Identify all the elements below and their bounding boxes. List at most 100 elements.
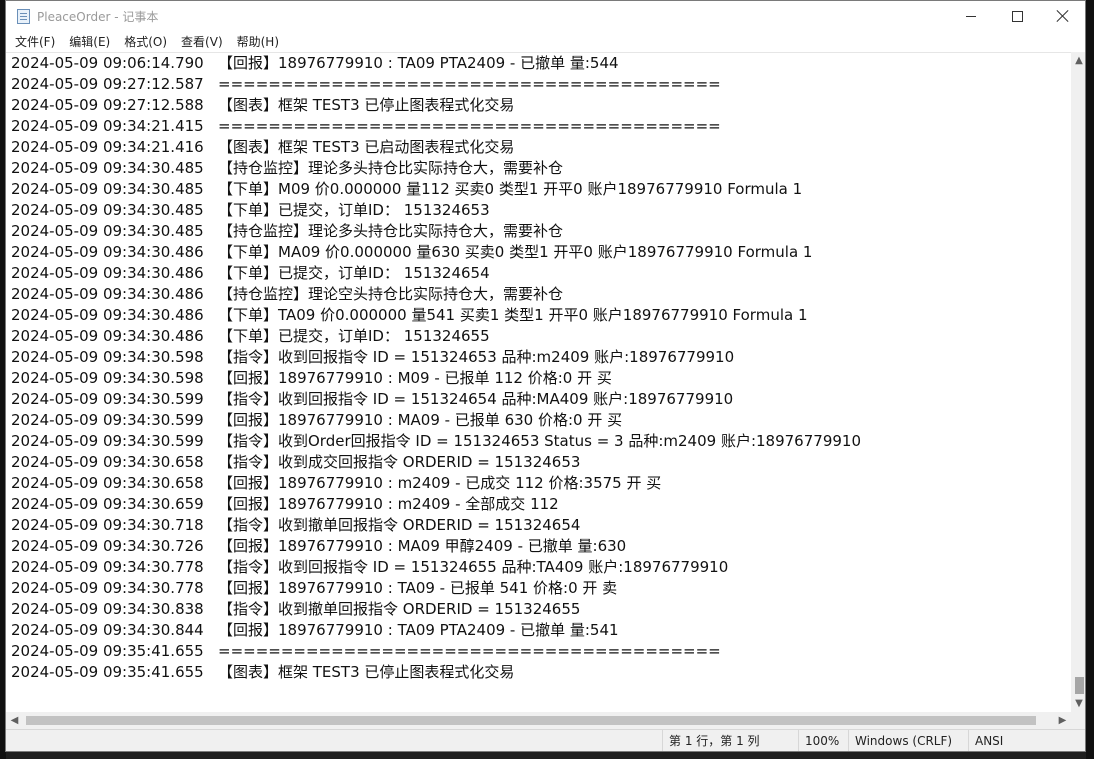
line-message: 【回报】18976779910 : M09 - 已报单 112 价格:0 开 买: [218, 369, 612, 387]
scroll-left-icon[interactable]: ◀: [6, 712, 23, 729]
text-line[interactable]: 2024-05-09 09:34:30.599 【回报】18976779910 :…: [11, 410, 861, 431]
line-timestamp: 2024-05-09 09:34:30.844: [11, 621, 204, 639]
line-timestamp: 2024-05-09 09:34:30.599: [11, 411, 204, 429]
window-title: PleaceOrder - 记事本: [37, 10, 159, 24]
menu-bar: 文件(F) 编辑(E) 格式(O) 查看(V) 帮助(H): [6, 31, 1085, 52]
menu-format[interactable]: 格式(O): [117, 33, 174, 50]
line-timestamp: 2024-05-09 09:34:21.415: [11, 117, 204, 135]
menu-edit[interactable]: 编辑(E): [62, 33, 117, 50]
text-line[interactable]: 2024-05-09 09:34:30.486 【下单】已提交，订单ID： 151…: [11, 326, 861, 347]
close-button[interactable]: [1040, 1, 1085, 31]
line-timestamp: 2024-05-09 09:34:30.659: [11, 495, 204, 513]
text-line[interactable]: 2024-05-09 09:34:30.658 【回报】18976779910 :…: [11, 473, 861, 494]
text-line[interactable]: 2024-05-09 09:34:30.838 【指令】收到撤单回报指令 ORDE…: [11, 599, 861, 620]
line-message: 【指令】收到回报指令 ID = 151324654 品种:MA409 账户:18…: [218, 390, 734, 408]
zoom-level: 100%: [798, 730, 848, 751]
text-line[interactable]: 2024-05-09 09:34:30.486 【下单】已提交，订单ID： 151…: [11, 263, 861, 284]
line-timestamp: 2024-05-09 09:34:21.416: [11, 138, 204, 156]
text-line[interactable]: 2024-05-09 09:34:21.416 【图表】框架 TEST3 已启动图…: [11, 137, 861, 158]
menu-help[interactable]: 帮助(H): [230, 33, 286, 50]
line-message: 【下单】已提交，订单ID： 151324653: [218, 201, 490, 219]
minimize-icon: [966, 15, 976, 17]
line-timestamp: 2024-05-09 09:34:30.486: [11, 285, 204, 303]
line-message: 【下单】MA09 价0.000000 量630 买卖0 类型1 开平0 账户18…: [218, 243, 813, 261]
line-message: 【图表】框架 TEST3 已停止图表程式化交易: [218, 96, 515, 114]
text-line[interactable]: 2024-05-09 09:34:30.778 【指令】收到回报指令 ID = 1…: [11, 557, 861, 578]
text-line[interactable]: 2024-05-09 09:34:30.598 【回报】18976779910 :…: [11, 368, 861, 389]
text-line[interactable]: 2024-05-09 09:34:30.726 【回报】18976779910 :…: [11, 536, 861, 557]
line-timestamp: 2024-05-09 09:27:12.588: [11, 96, 204, 114]
line-timestamp: 2024-05-09 09:27:12.587: [11, 75, 204, 93]
line-timestamp: 2024-05-09 09:35:41.655: [11, 642, 204, 660]
text-line[interactable]: 2024-05-09 09:34:30.658 【指令】收到成交回报指令 ORDE…: [11, 452, 861, 473]
line-message: 【下单】已提交，订单ID： 151324654: [218, 264, 490, 282]
line-message: 【回报】18976779910 : TA09 PTA2409 - 已撤单 量:5…: [218, 54, 619, 72]
text-line[interactable]: 2024-05-09 09:34:30.844 【回报】18976779910 :…: [11, 620, 861, 641]
scrollbar-corner: [1071, 712, 1085, 729]
line-timestamp: 2024-05-09 09:34:30.485: [11, 180, 204, 198]
text-line[interactable]: 2024-05-09 09:34:30.599 【指令】收到Order回报指令 I…: [11, 431, 861, 452]
text-line[interactable]: 2024-05-09 09:06:14.790 【回报】18976779910 :…: [11, 53, 861, 74]
line-message: 【指令】收到回报指令 ID = 151324655 品种:TA409 账户:18…: [218, 558, 729, 576]
line-message: 【回报】18976779910 : TA09 - 已报单 541 价格:0 开 …: [218, 579, 618, 597]
scroll-up-icon[interactable]: ▲: [1071, 52, 1085, 69]
text-line[interactable]: 2024-05-09 09:34:30.778 【回报】18976779910 :…: [11, 578, 861, 599]
line-message: 【指令】收到Order回报指令 ID = 151324653 Status = …: [218, 432, 861, 450]
text-editor-area[interactable]: 2024-05-09 09:06:14.790 【回报】18976779910 :…: [6, 52, 1071, 712]
line-timestamp: 2024-05-09 09:34:30.598: [11, 369, 204, 387]
line-message: 【下单】已提交，订单ID： 151324655: [218, 327, 490, 345]
text-line[interactable]: 2024-05-09 09:27:12.587 =================…: [11, 74, 861, 95]
line-message: 【指令】收到成交回报指令 ORDERID = 151324653: [218, 453, 581, 471]
text-line[interactable]: 2024-05-09 09:35:41.655 【图表】框架 TEST3 已停止图…: [11, 662, 861, 683]
line-message: 【回报】18976779910 : m2409 - 已成交 112 价格:357…: [218, 474, 662, 492]
maximize-icon: [1011, 10, 1023, 22]
close-icon: [1057, 10, 1069, 22]
line-timestamp: 2024-05-09 09:06:14.790: [11, 54, 204, 72]
cursor-position: 第 1 行，第 1 列: [662, 730, 798, 751]
menu-view[interactable]: 查看(V): [174, 33, 230, 50]
vertical-scrollbar[interactable]: ▲ ▼: [1071, 52, 1085, 712]
line-message: ========================================: [218, 117, 721, 135]
line-message: ========================================: [218, 642, 721, 660]
title-bar[interactable]: PleaceOrder - 记事本: [6, 1, 1085, 31]
text-line[interactable]: 2024-05-09 09:34:30.485 【下单】M09 价0.000000…: [11, 179, 861, 200]
text-line[interactable]: 2024-05-09 09:34:30.486 【下单】TA09 价0.00000…: [11, 305, 861, 326]
text-line[interactable]: 2024-05-09 09:35:41.655 =================…: [11, 641, 861, 662]
line-message: 【图表】框架 TEST3 已启动图表程式化交易: [218, 138, 515, 156]
horizontal-scroll-thumb[interactable]: [26, 716, 1036, 725]
text-line[interactable]: 2024-05-09 09:34:30.599 【指令】收到回报指令 ID = 1…: [11, 389, 861, 410]
line-timestamp: 2024-05-09 09:34:30.778: [11, 579, 204, 597]
line-timestamp: 2024-05-09 09:34:30.718: [11, 516, 204, 534]
text-line[interactable]: 2024-05-09 09:34:30.486 【持仓监控】理论空头持仓比实际持仓…: [11, 284, 861, 305]
text-line[interactable]: 2024-05-09 09:34:21.415 =================…: [11, 116, 861, 137]
text-line[interactable]: 2024-05-09 09:34:30.598 【指令】收到回报指令 ID = 1…: [11, 347, 861, 368]
scroll-down-icon[interactable]: ▼: [1071, 695, 1085, 712]
text-line[interactable]: 2024-05-09 09:34:30.486 【下单】MA09 价0.00000…: [11, 242, 861, 263]
line-message: 【指令】收到回报指令 ID = 151324653 品种:m2409 账户:18…: [218, 348, 735, 366]
text-line[interactable]: 2024-05-09 09:34:30.718 【指令】收到撤单回报指令 ORDE…: [11, 515, 861, 536]
line-timestamp: 2024-05-09 09:34:30.598: [11, 348, 204, 366]
line-timestamp: 2024-05-09 09:34:30.485: [11, 159, 204, 177]
minimize-button[interactable]: [948, 1, 994, 31]
text-line[interactable]: 2024-05-09 09:27:12.588 【图表】框架 TEST3 已停止图…: [11, 95, 861, 116]
horizontal-scrollbar[interactable]: ◀ ▶: [6, 712, 1071, 729]
encoding: ANSI: [968, 730, 1085, 751]
line-message: ========================================: [218, 75, 721, 93]
line-timestamp: 2024-05-09 09:34:30.726: [11, 537, 204, 555]
scroll-right-icon[interactable]: ▶: [1054, 712, 1071, 729]
text-line[interactable]: 2024-05-09 09:34:30.659 【回报】18976779910 :…: [11, 494, 861, 515]
text-line[interactable]: 2024-05-09 09:34:30.485 【下单】已提交，订单ID： 151…: [11, 200, 861, 221]
line-timestamp: 2024-05-09 09:34:30.658: [11, 453, 204, 471]
line-message: 【回报】18976779910 : TA09 PTA2409 - 已撤单 量:5…: [218, 621, 619, 639]
menu-file[interactable]: 文件(F): [8, 33, 62, 50]
line-message: 【图表】框架 TEST3 已停止图表程式化交易: [218, 663, 515, 681]
maximize-button[interactable]: [994, 1, 1040, 31]
line-timestamp: 2024-05-09 09:34:30.658: [11, 474, 204, 492]
text-line[interactable]: 2024-05-09 09:34:30.485 【持仓监控】理论多头持仓比实际持仓…: [11, 158, 861, 179]
vertical-scroll-thumb[interactable]: [1075, 677, 1084, 694]
line-timestamp: 2024-05-09 09:34:30.599: [11, 432, 204, 450]
line-message: 【指令】收到撤单回报指令 ORDERID = 151324655: [218, 600, 581, 618]
notepad-icon[interactable]: [17, 9, 30, 24]
text-line[interactable]: 2024-05-09 09:34:30.485 【持仓监控】理论多头持仓比实际持仓…: [11, 221, 861, 242]
line-message: 【持仓监控】理论多头持仓比实际持仓大，需要补仓: [218, 159, 564, 177]
